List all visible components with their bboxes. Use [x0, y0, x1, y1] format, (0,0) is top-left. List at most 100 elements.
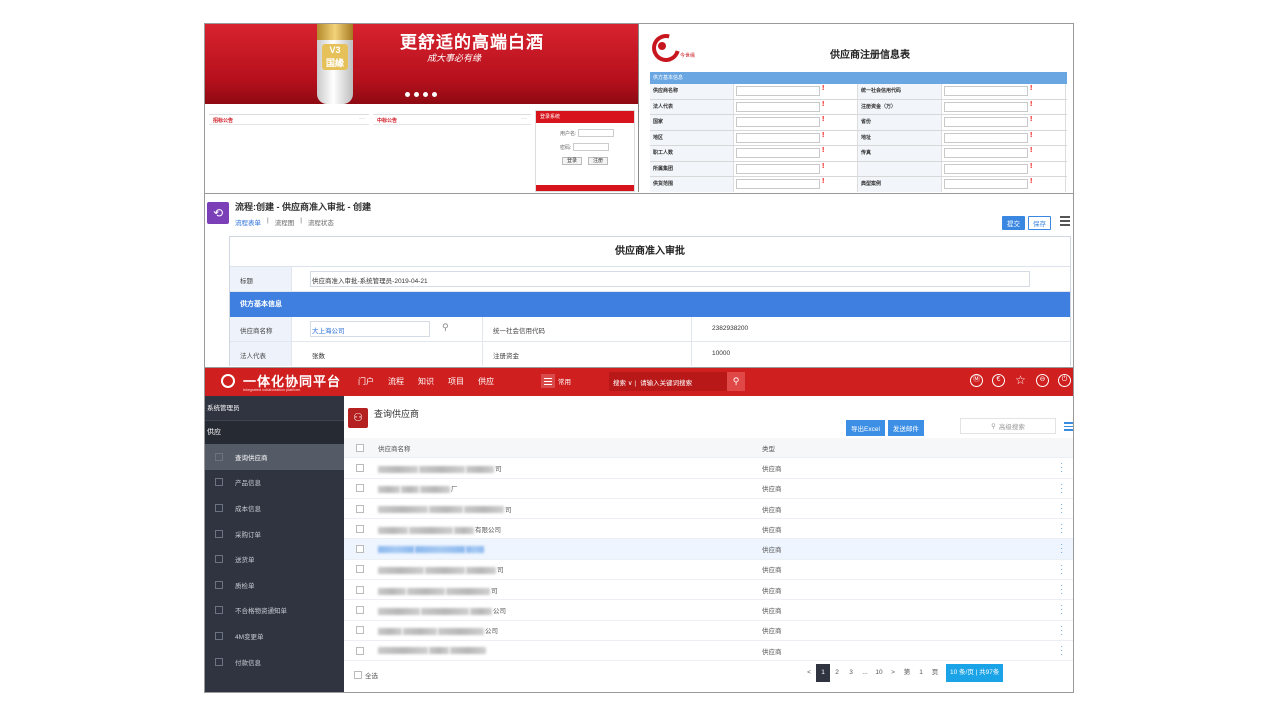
table-row[interactable]: 司 供应商 · · ·	[344, 458, 1073, 479]
page-2[interactable]: 2	[830, 664, 844, 682]
field-input[interactable]: !	[734, 99, 858, 114]
table-row[interactable]: 公司 供应商 · · ·	[344, 600, 1073, 621]
row-more-icon[interactable]: · · ·	[1060, 582, 1063, 598]
row-checkbox[interactable]	[356, 565, 364, 574]
row-more-icon[interactable]: · · ·	[1060, 521, 1063, 537]
row-checkbox[interactable]	[356, 626, 364, 635]
supplier-name-cell[interactable]	[378, 647, 762, 654]
field-input[interactable]: !	[942, 146, 1066, 161]
global-search[interactable]: 搜索 ∨ | 请输入关键词搜索 ⚲	[609, 372, 745, 391]
row-checkbox[interactable]	[356, 545, 364, 554]
row-checkbox[interactable]	[356, 504, 364, 513]
advanced-search-button[interactable]: ⚲ 高级搜索	[960, 418, 1056, 434]
row-more-icon[interactable]: · · ·	[1060, 561, 1063, 577]
carousel-dots[interactable]	[405, 92, 437, 97]
minus-icon[interactable]: ⊖	[1036, 374, 1049, 387]
page-size-select[interactable]: 10 条/页 | 共97条	[946, 664, 1004, 682]
select-all-checkbox[interactable]	[354, 671, 362, 679]
page-10[interactable]: 10	[872, 664, 886, 682]
row-checkbox[interactable]	[356, 463, 364, 472]
search-input[interactable]: 请输入关键词搜索	[640, 377, 692, 387]
row-checkbox[interactable]	[356, 585, 364, 594]
list-view-icon[interactable]	[1064, 422, 1073, 431]
row-more-icon[interactable]: · · ·	[1060, 602, 1063, 618]
sidebar-item[interactable]: 4M变更单	[205, 623, 344, 649]
nav-knowledge[interactable]: 知识	[418, 376, 434, 387]
username-input[interactable]	[578, 129, 615, 137]
send-mail-button[interactable]: 发送邮件	[887, 420, 924, 436]
supplier-name-cell[interactable]: 公司	[378, 625, 762, 635]
login-button[interactable]: 登录	[562, 157, 582, 165]
nav-portal[interactable]: 门户	[358, 376, 374, 387]
sidebar-group-supply[interactable]: 供应	[205, 421, 344, 444]
hamburger-icon[interactable]	[541, 374, 555, 388]
row-more-icon[interactable]: · · ·	[1060, 480, 1063, 496]
message-icon[interactable]: Ⓜ	[970, 374, 983, 387]
table-row[interactable]: 厂 供应商 · · ·	[344, 479, 1073, 499]
header-checkbox[interactable]	[356, 443, 364, 452]
table-row[interactable]: 司 供应商 · · ·	[344, 580, 1073, 601]
sidebar-user[interactable]: 系统管理员	[205, 396, 344, 421]
prev-page-button[interactable]: <	[802, 664, 816, 682]
table-row[interactable]: 公司 供应商 · · ·	[344, 621, 1073, 641]
tab-status[interactable]: 流程状态	[308, 217, 334, 227]
supplier-name-cell[interactable]: 司	[378, 463, 762, 473]
row-more-icon[interactable]: · · ·	[1060, 500, 1063, 516]
search-scope-select[interactable]: 搜索 ∨ |	[613, 377, 636, 387]
sidebar-item[interactable]: 采购订单	[205, 521, 344, 547]
field-input[interactable]: !	[734, 146, 858, 161]
promo-banner[interactable]: V3 国緣 更舒适的高端白酒 成大事必有缘	[205, 24, 638, 104]
supplier-name-cell[interactable]	[378, 545, 762, 553]
tab-diagram[interactable]: 流程图	[275, 217, 295, 227]
row-more-icon[interactable]: · · ·	[1060, 642, 1063, 658]
table-row[interactable]: 司 供应商 · · ·	[344, 499, 1073, 520]
field-input[interactable]: !	[734, 130, 858, 145]
field-input[interactable]: !	[942, 177, 1066, 192]
field-input[interactable]: !	[942, 115, 1066, 130]
field-input[interactable]: !	[942, 130, 1066, 145]
next-page-button[interactable]: >	[886, 664, 900, 682]
common-menu[interactable]: 常用	[541, 374, 571, 388]
supplier-name-cell[interactable]: 公司	[378, 605, 762, 615]
tab-form[interactable]: 流程表单	[235, 217, 261, 227]
sidebar-item[interactable]: 成本信息	[205, 495, 344, 521]
menu-icon[interactable]	[1060, 216, 1070, 226]
field-input[interactable]: !	[734, 177, 858, 192]
register-button[interactable]: 注册	[588, 157, 608, 165]
sidebar-item[interactable]: 送货单	[205, 546, 344, 572]
field-input[interactable]: !	[734, 115, 858, 130]
power-icon[interactable]: ⏻	[1058, 374, 1071, 387]
supplier-name-cell[interactable]: 厂	[378, 483, 762, 493]
row-more-icon[interactable]: · · ·	[1060, 541, 1063, 557]
nav-project[interactable]: 项目	[448, 376, 464, 387]
supplier-name-cell[interactable]: 司	[378, 564, 762, 574]
sidebar-item[interactable]: 产品信息	[205, 470, 344, 496]
field-input[interactable]: !	[942, 84, 1066, 99]
more-link[interactable]: ···	[521, 116, 527, 122]
select-all[interactable]: 全选	[354, 670, 378, 680]
search-icon[interactable]: ⚲	[442, 322, 449, 333]
password-input[interactable]	[573, 143, 610, 151]
table-row[interactable]: 司 供应商 · · ·	[344, 560, 1073, 581]
row-checkbox[interactable]	[356, 524, 364, 533]
row-checkbox[interactable]	[356, 484, 364, 493]
row-more-icon[interactable]: · · ·	[1060, 622, 1063, 638]
table-row[interactable]: 有限公司 供应商 · · ·	[344, 519, 1073, 540]
supplier-name-cell[interactable]: 有限公司	[378, 524, 762, 534]
row-more-icon[interactable]: · · ·	[1060, 460, 1063, 476]
nav-process[interactable]: 流程	[388, 376, 404, 387]
more-link[interactable]: ···	[359, 116, 365, 122]
sidebar-item[interactable]: 质检单	[205, 572, 344, 598]
field-input[interactable]: !	[734, 161, 858, 176]
supplier-name-cell[interactable]: 司	[378, 504, 762, 514]
field-input[interactable]: !	[942, 99, 1066, 114]
goto-page-input[interactable]: 1	[914, 664, 928, 682]
row-checkbox[interactable]	[356, 646, 364, 655]
sidebar-item[interactable]: 查询供应商	[205, 444, 344, 470]
page-1[interactable]: 1	[816, 664, 830, 682]
export-excel-button[interactable]: 导出Excel	[846, 420, 885, 436]
search-icon[interactable]: ⚲	[727, 372, 745, 391]
save-button[interactable]: 保存	[1028, 216, 1051, 230]
table-row[interactable]: 供应商 · · ·	[344, 641, 1073, 662]
currency-icon[interactable]: €	[992, 374, 1005, 387]
